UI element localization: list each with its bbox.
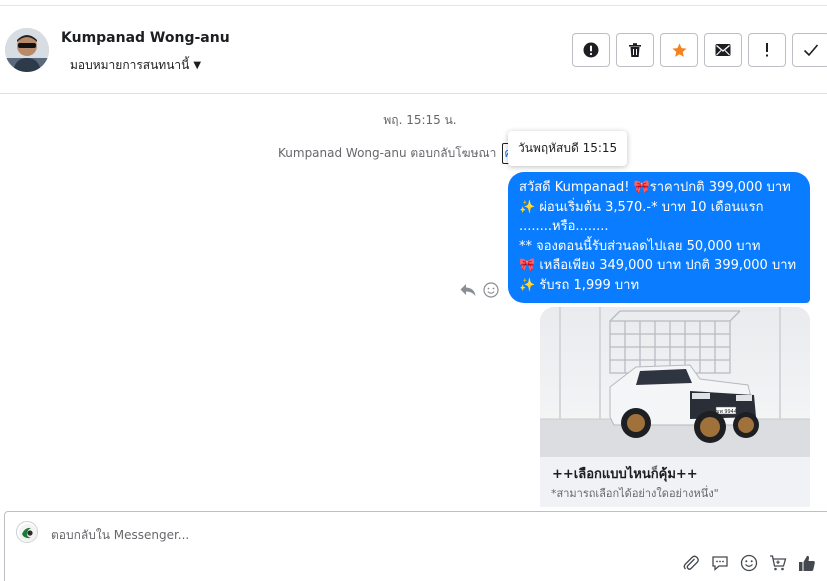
delete-button[interactable]: [616, 33, 654, 67]
message-line: สวัสดี Kumpanad!: [519, 180, 634, 195]
trash-icon: [629, 43, 641, 57]
assign-conversation-dropdown[interactable]: มอบหมายการสนทนานี้ ▼: [70, 56, 201, 75]
pickup-truck-image: ฒพ 9944: [540, 307, 810, 457]
mark-unread-button[interactable]: [704, 33, 742, 67]
message-line: เหลือเพียง 349,000 บาท ปกติ 399,000 บาท: [535, 258, 797, 273]
message-timestamp: พฤ. 15:15 น.: [383, 113, 457, 127]
alert-circle-icon: [583, 42, 599, 58]
assign-label: มอบหมายการสนทนานี้: [70, 58, 190, 72]
reply-composer: ตอบกลับใน Messenger...: [4, 511, 827, 581]
reply-icon[interactable]: [459, 282, 477, 298]
envelope-icon: [715, 44, 731, 56]
message-line: รับรถ 1,999 บาท: [535, 277, 640, 293]
message-line: ........หรือ........: [519, 219, 609, 234]
composer-toolbar: [682, 554, 816, 572]
contact-avatar[interactable]: [5, 28, 49, 72]
ad-reply-notice: Kumpanad Wong-anu ตอบกลับโฆษณา ค: [278, 143, 515, 164]
ad-attachment-card[interactable]: ฒพ 9944 ++เลือกแบบไหนก็คุ้ม++ *สามารถเลื…: [540, 307, 810, 507]
outgoing-message-bubble[interactable]: สวัสดี Kumpanad! 🎀ราคาปกติ 399,000 บาท ✨…: [508, 172, 810, 303]
star-icon: [671, 42, 687, 57]
sparkles-emoji-icon: ✨: [519, 199, 536, 215]
emoji-icon[interactable]: [740, 554, 758, 572]
sparkles-emoji-icon: ✨: [519, 277, 536, 293]
attachment-icon[interactable]: [682, 554, 700, 572]
caret-down-icon: ▼: [193, 60, 202, 71]
thumbs-up-icon[interactable]: [798, 554, 816, 572]
conversation-header: Kumpanad Wong-anu มอบหมายการสนทนานี้ ▼: [0, 6, 827, 94]
message-thread: พฤ. 15:15 น. Kumpanad Wong-anu ตอบกลับโฆ…: [0, 95, 827, 507]
action-toolbar: [572, 33, 827, 67]
exclamation-icon: [766, 43, 768, 57]
ribbon-emoji-icon: 🎀: [519, 258, 536, 273]
card-title: ++เลือกแบบไหนก็คุ้ม++: [552, 467, 698, 482]
ad-reply-text: Kumpanad Wong-anu ตอบกลับโฆษณา: [278, 146, 497, 160]
contact-name: Kumpanad Wong-anu: [61, 30, 230, 46]
ribbon-emoji-icon: 🎀: [633, 180, 650, 195]
react-emoji-icon[interactable]: [483, 282, 499, 298]
message-line: ราคาปกติ 399,000 บาท: [649, 180, 791, 195]
reply-input[interactable]: ตอบกลับใน Messenger...: [51, 526, 189, 545]
check-icon: [803, 44, 819, 57]
message-line: ** จองตอนนี้รับส่วนลดไปเลย 50,000 บาท: [519, 238, 761, 254]
avatar-photo: [5, 28, 49, 72]
message-line: ผ่อนเริ่มต้น 3,570.-* บาท 10 เดือนแรก: [535, 199, 764, 215]
shopping-cart-icon[interactable]: [769, 554, 787, 572]
mark-done-button[interactable]: [792, 33, 827, 67]
follow-up-button[interactable]: [748, 33, 786, 67]
saved-replies-icon[interactable]: [711, 554, 729, 572]
message-actions: [459, 282, 499, 298]
mark-spam-button[interactable]: [572, 33, 610, 67]
card-subtitle: *สามารถเลือกได้อย่างใดอย่างหนึ่ง": [551, 487, 719, 500]
timestamp-tooltip: วันพฤหัสบดี 15:15: [508, 131, 628, 166]
page-avatar: [16, 521, 38, 543]
star-button[interactable]: [660, 33, 698, 67]
